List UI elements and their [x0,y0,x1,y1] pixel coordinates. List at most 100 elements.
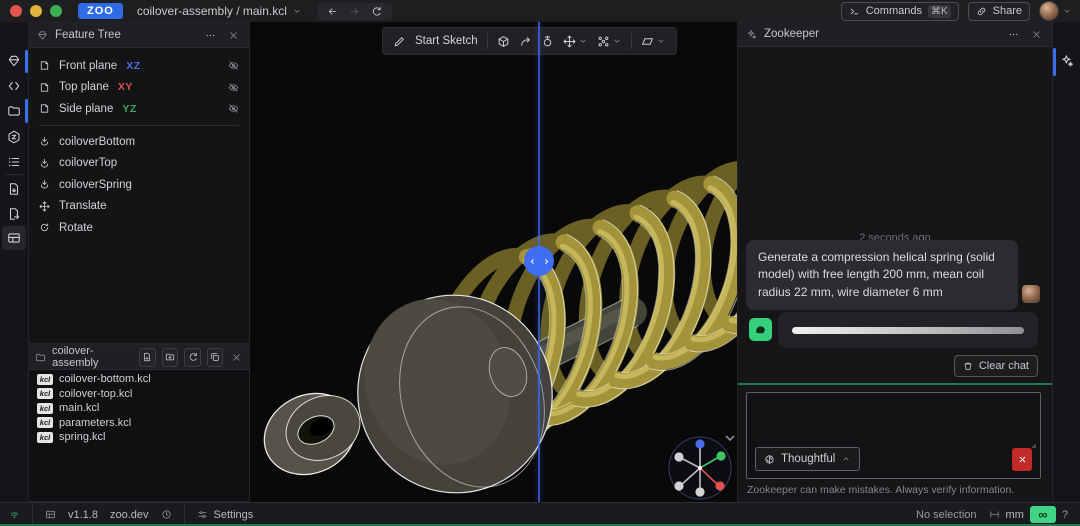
left-sidebar-rail [0,22,29,502]
panel-close-button[interactable] [229,349,243,365]
chevron-up-icon [841,454,851,464]
app-version[interactable]: v1.1.8 [62,503,104,526]
zookeeper-panel: Zookeeper 2 seconds ago Generate a compr… [737,22,1052,502]
tree-item-top-plane[interactable]: Top plane XY [29,77,249,99]
chevron-down-icon [612,36,622,46]
gizmo-neg-axis[interactable] [674,481,684,491]
layout-status-button[interactable] [39,503,62,526]
revolve-tool-icon[interactable] [541,35,554,48]
file-item[interactable]: kcl spring.kcl [37,430,105,445]
feature-tree-header: Feature Tree [29,23,249,48]
new-folder-button[interactable] [161,347,179,367]
gizmo-menu-chevron[interactable] [725,435,735,442]
clear-chat-button[interactable]: Clear chat [953,355,1038,377]
file-item[interactable]: kcl main.kcl [37,401,99,416]
export-file-button[interactable] [7,182,21,196]
project-breadcrumb[interactable]: coilover-assembly / main.kcl [137,4,302,18]
pane-split-handle[interactable] [524,246,554,276]
panel-menu-button[interactable] [202,27,218,43]
zoo-dev-link[interactable]: zoo.dev [104,503,155,526]
commands-shortcut: ⌘K [927,4,951,18]
collapse-files-button[interactable] [206,347,224,367]
tree-item-rotate[interactable]: Rotate [29,217,249,239]
feature-tree-rail-button[interactable] [7,54,21,68]
close-window-button[interactable] [10,5,22,17]
share-button[interactable]: Share [967,1,1030,21]
commands-button[interactable]: Commands ⌘K [840,1,959,21]
files-pane-button[interactable] [7,104,21,118]
title-bar: ZOO coilover-assembly / main.kcl Command… [0,0,1080,23]
commands-label: Commands [865,5,922,17]
visibility-toggle-icon[interactable] [228,60,239,71]
gizmo-x-axis[interactable] [715,481,725,491]
start-sketch-button[interactable]: Start Sketch [415,35,478,47]
move-tool-button[interactable] [563,35,588,48]
user-menu[interactable] [1039,1,1072,21]
logs-pane-button[interactable] [7,155,21,169]
import-file-button[interactable] [7,207,21,221]
sweep-tool-icon[interactable] [519,35,532,48]
infinity-mode-button[interactable]: ∞ [1029,506,1056,523]
pencil-icon [393,35,406,48]
tree-item-coilover-top[interactable]: coiloverTop [29,153,249,175]
panel-menu-button[interactable] [1005,26,1021,42]
pattern-tool-button[interactable] [597,35,622,48]
refresh-button[interactable] [368,4,386,19]
tree-item-front-plane[interactable]: Front plane XZ [29,55,249,77]
units-button[interactable]: mm [983,503,1030,526]
input-section-divider [738,383,1052,385]
tree-item-coilover-bottom[interactable]: coiloverBottom [29,131,249,153]
visibility-toggle-icon[interactable] [228,103,239,114]
zoo-variables-button[interactable] [7,130,21,144]
ruler-icon [989,509,1000,520]
gizmo-z-axis[interactable] [695,439,705,449]
brain-icon [764,454,775,465]
minimize-window-button[interactable] [30,5,42,17]
network-status[interactable] [0,503,26,526]
rotate-icon [39,222,50,233]
forward-button[interactable] [346,4,364,19]
file-explorer-header: coilover-assembly [29,345,249,370]
wifi-icon [9,509,20,520]
view-gizmo[interactable] [660,428,737,502]
gizmo-y-axis[interactable] [716,451,726,461]
move-tool-icon [563,35,576,48]
back-button[interactable] [324,4,342,19]
model-selector-button[interactable]: Thoughtful [755,447,861,471]
tree-item-side-plane[interactable]: Side plane YZ [29,98,249,120]
layout-pane-button[interactable] [7,231,21,245]
history-status-button[interactable] [155,503,178,526]
maximize-window-button[interactable] [50,5,62,17]
settings-button[interactable]: Settings [191,503,260,526]
plane-tool-icon [641,35,654,48]
move-icon [39,201,50,212]
panel-close-button[interactable] [1028,26,1044,42]
extrude-tool-icon[interactable] [497,35,510,48]
file-item[interactable]: kcl coilover-top.kcl [37,387,132,402]
new-file-button[interactable] [139,347,156,367]
user-avatar-small [1022,285,1040,303]
plane-tool-button[interactable] [641,35,666,48]
plane-icon [39,82,50,93]
import-icon [39,179,50,190]
file-item[interactable]: kcl coilover-bottom.kcl [37,372,151,387]
kcl-file-icon: kcl [37,431,53,443]
tree-item-translate[interactable]: Translate [29,196,249,218]
panel-close-button[interactable] [225,27,241,43]
gizmo-neg-axis[interactable] [695,487,705,497]
3d-viewport[interactable]: Start Sketch [250,22,737,502]
tree-item-coilover-spring[interactable]: coiloverSpring [29,174,249,196]
zoo-logo[interactable]: ZOO [78,3,123,19]
file-item[interactable]: kcl parameters.kcl [37,416,131,431]
visibility-toggle-icon[interactable] [228,82,239,93]
zookeeper-rail-button[interactable] [1060,54,1074,68]
chevron-down-icon [292,6,302,16]
trash-icon [963,361,973,371]
chat-input[interactable] [747,393,1040,445]
help-button[interactable]: ? [1056,503,1080,526]
gizmo-neg-axis[interactable] [674,452,684,462]
refresh-files-button[interactable] [184,347,201,367]
stop-generation-button[interactable] [1012,448,1032,471]
code-pane-button[interactable] [7,79,21,93]
window-controls [10,5,62,17]
